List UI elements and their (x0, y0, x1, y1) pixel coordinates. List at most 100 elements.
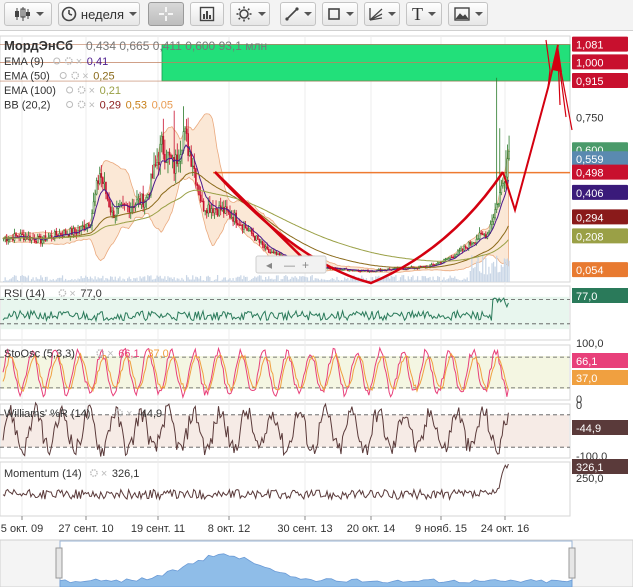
volume-bar (468, 280, 470, 282)
candle-body (258, 239, 261, 243)
candle-body (278, 252, 281, 256)
volume-bar (337, 279, 340, 282)
candle-body (201, 200, 203, 202)
volume-bar (80, 276, 82, 282)
volume-bar (3, 280, 5, 282)
candle-body (348, 270, 351, 272)
volume-bar (168, 277, 171, 282)
candle-body (162, 135, 165, 155)
volume-bar (60, 277, 62, 282)
volume-bar (162, 278, 164, 282)
volume-bar (277, 275, 279, 282)
volume-bar (260, 275, 262, 282)
candle-body (15, 233, 17, 237)
volume-bar (452, 277, 454, 282)
symbol-name: МордЭнСб (4, 38, 73, 53)
zoom-in-icon[interactable]: + (302, 258, 309, 272)
candle-body (436, 262, 439, 265)
candle-body (500, 185, 503, 194)
candle-body (199, 194, 202, 202)
volume-bar (192, 275, 194, 282)
volume-bar (406, 280, 408, 282)
volume-bar (314, 278, 316, 282)
candle-body (269, 252, 272, 254)
volume-bar (111, 276, 113, 282)
candle-body (188, 151, 191, 156)
close-icon[interactable]: × (89, 100, 95, 112)
volume-bar (190, 279, 192, 282)
candle-body (210, 208, 213, 213)
volume-bar (99, 278, 101, 282)
candle-body (184, 128, 186, 132)
volume-bar (41, 277, 44, 282)
volume-bar (27, 275, 30, 282)
candle-body (498, 192, 501, 205)
volume-bar (47, 280, 50, 282)
candle-body (454, 256, 456, 258)
close-icon[interactable]: × (76, 56, 82, 68)
candle-body (395, 267, 397, 270)
candle-body (102, 177, 104, 184)
volume-bar (92, 279, 95, 282)
volume-bar (154, 278, 157, 282)
volume-bar (96, 279, 98, 282)
volume-bar (43, 280, 45, 282)
volume-bar (140, 278, 143, 282)
volume-bar (46, 276, 48, 282)
candle-body (36, 235, 39, 243)
candle-body (249, 228, 251, 231)
volume-bar (10, 278, 12, 282)
close-icon[interactable]: × (69, 288, 75, 300)
close-icon[interactable]: × (82, 71, 88, 83)
candle-body (212, 208, 214, 214)
volume-bar (144, 276, 146, 282)
volume-bar (20, 275, 22, 282)
zoom-out-icon[interactable]: — (284, 260, 295, 272)
candle-body (240, 224, 242, 226)
price-label: 0,750 (576, 112, 604, 124)
volume-bar (395, 275, 397, 282)
close-icon[interactable]: × (89, 85, 95, 97)
close-icon[interactable]: × (126, 408, 132, 420)
volume-bar (437, 276, 439, 282)
candle-body (452, 256, 455, 259)
chart-area[interactable]: 1,0811,0000,9150,7500,6000,5590,4980,406… (0, 0, 633, 587)
candle-body (129, 207, 132, 213)
candle-body (209, 204, 211, 213)
volume-bar (74, 279, 76, 282)
candle-body (235, 212, 237, 224)
volume-bar (306, 277, 309, 282)
volume-bar (472, 268, 475, 282)
candle-body (176, 154, 179, 164)
volume-bar (249, 280, 251, 282)
volume-bar (505, 259, 507, 282)
scroll-left-icon[interactable]: ◂ (266, 258, 272, 272)
volume-bar (475, 261, 478, 282)
volume-bar (424, 276, 426, 282)
volume-bar (220, 280, 222, 282)
momentum-title: Momentum (14) (4, 468, 82, 480)
volume-bar (492, 261, 495, 282)
volume-bar (303, 276, 306, 282)
candle-body (156, 162, 158, 166)
volume-bar (458, 280, 461, 282)
indicator-value: 0,53 (126, 100, 147, 112)
navigator-handle-left[interactable] (55, 547, 63, 579)
close-icon[interactable]: × (101, 468, 107, 480)
navigator-handle-right[interactable] (568, 547, 576, 579)
volume-bar (278, 280, 281, 282)
volume-bar (412, 275, 414, 282)
volume-bar (258, 275, 261, 282)
candle-body (185, 128, 188, 134)
candle-body (492, 217, 495, 222)
volume-bar (94, 276, 96, 282)
volume-bar (296, 277, 298, 282)
volume-bar (240, 275, 242, 282)
volume-bar (460, 280, 462, 282)
volume-bar (274, 279, 276, 282)
volume-bar (289, 278, 292, 282)
volume-bar (426, 278, 428, 282)
time-label: 9 нояб. 15 (415, 523, 467, 535)
volume-bar (105, 278, 107, 282)
close-icon[interactable]: × (107, 348, 113, 360)
